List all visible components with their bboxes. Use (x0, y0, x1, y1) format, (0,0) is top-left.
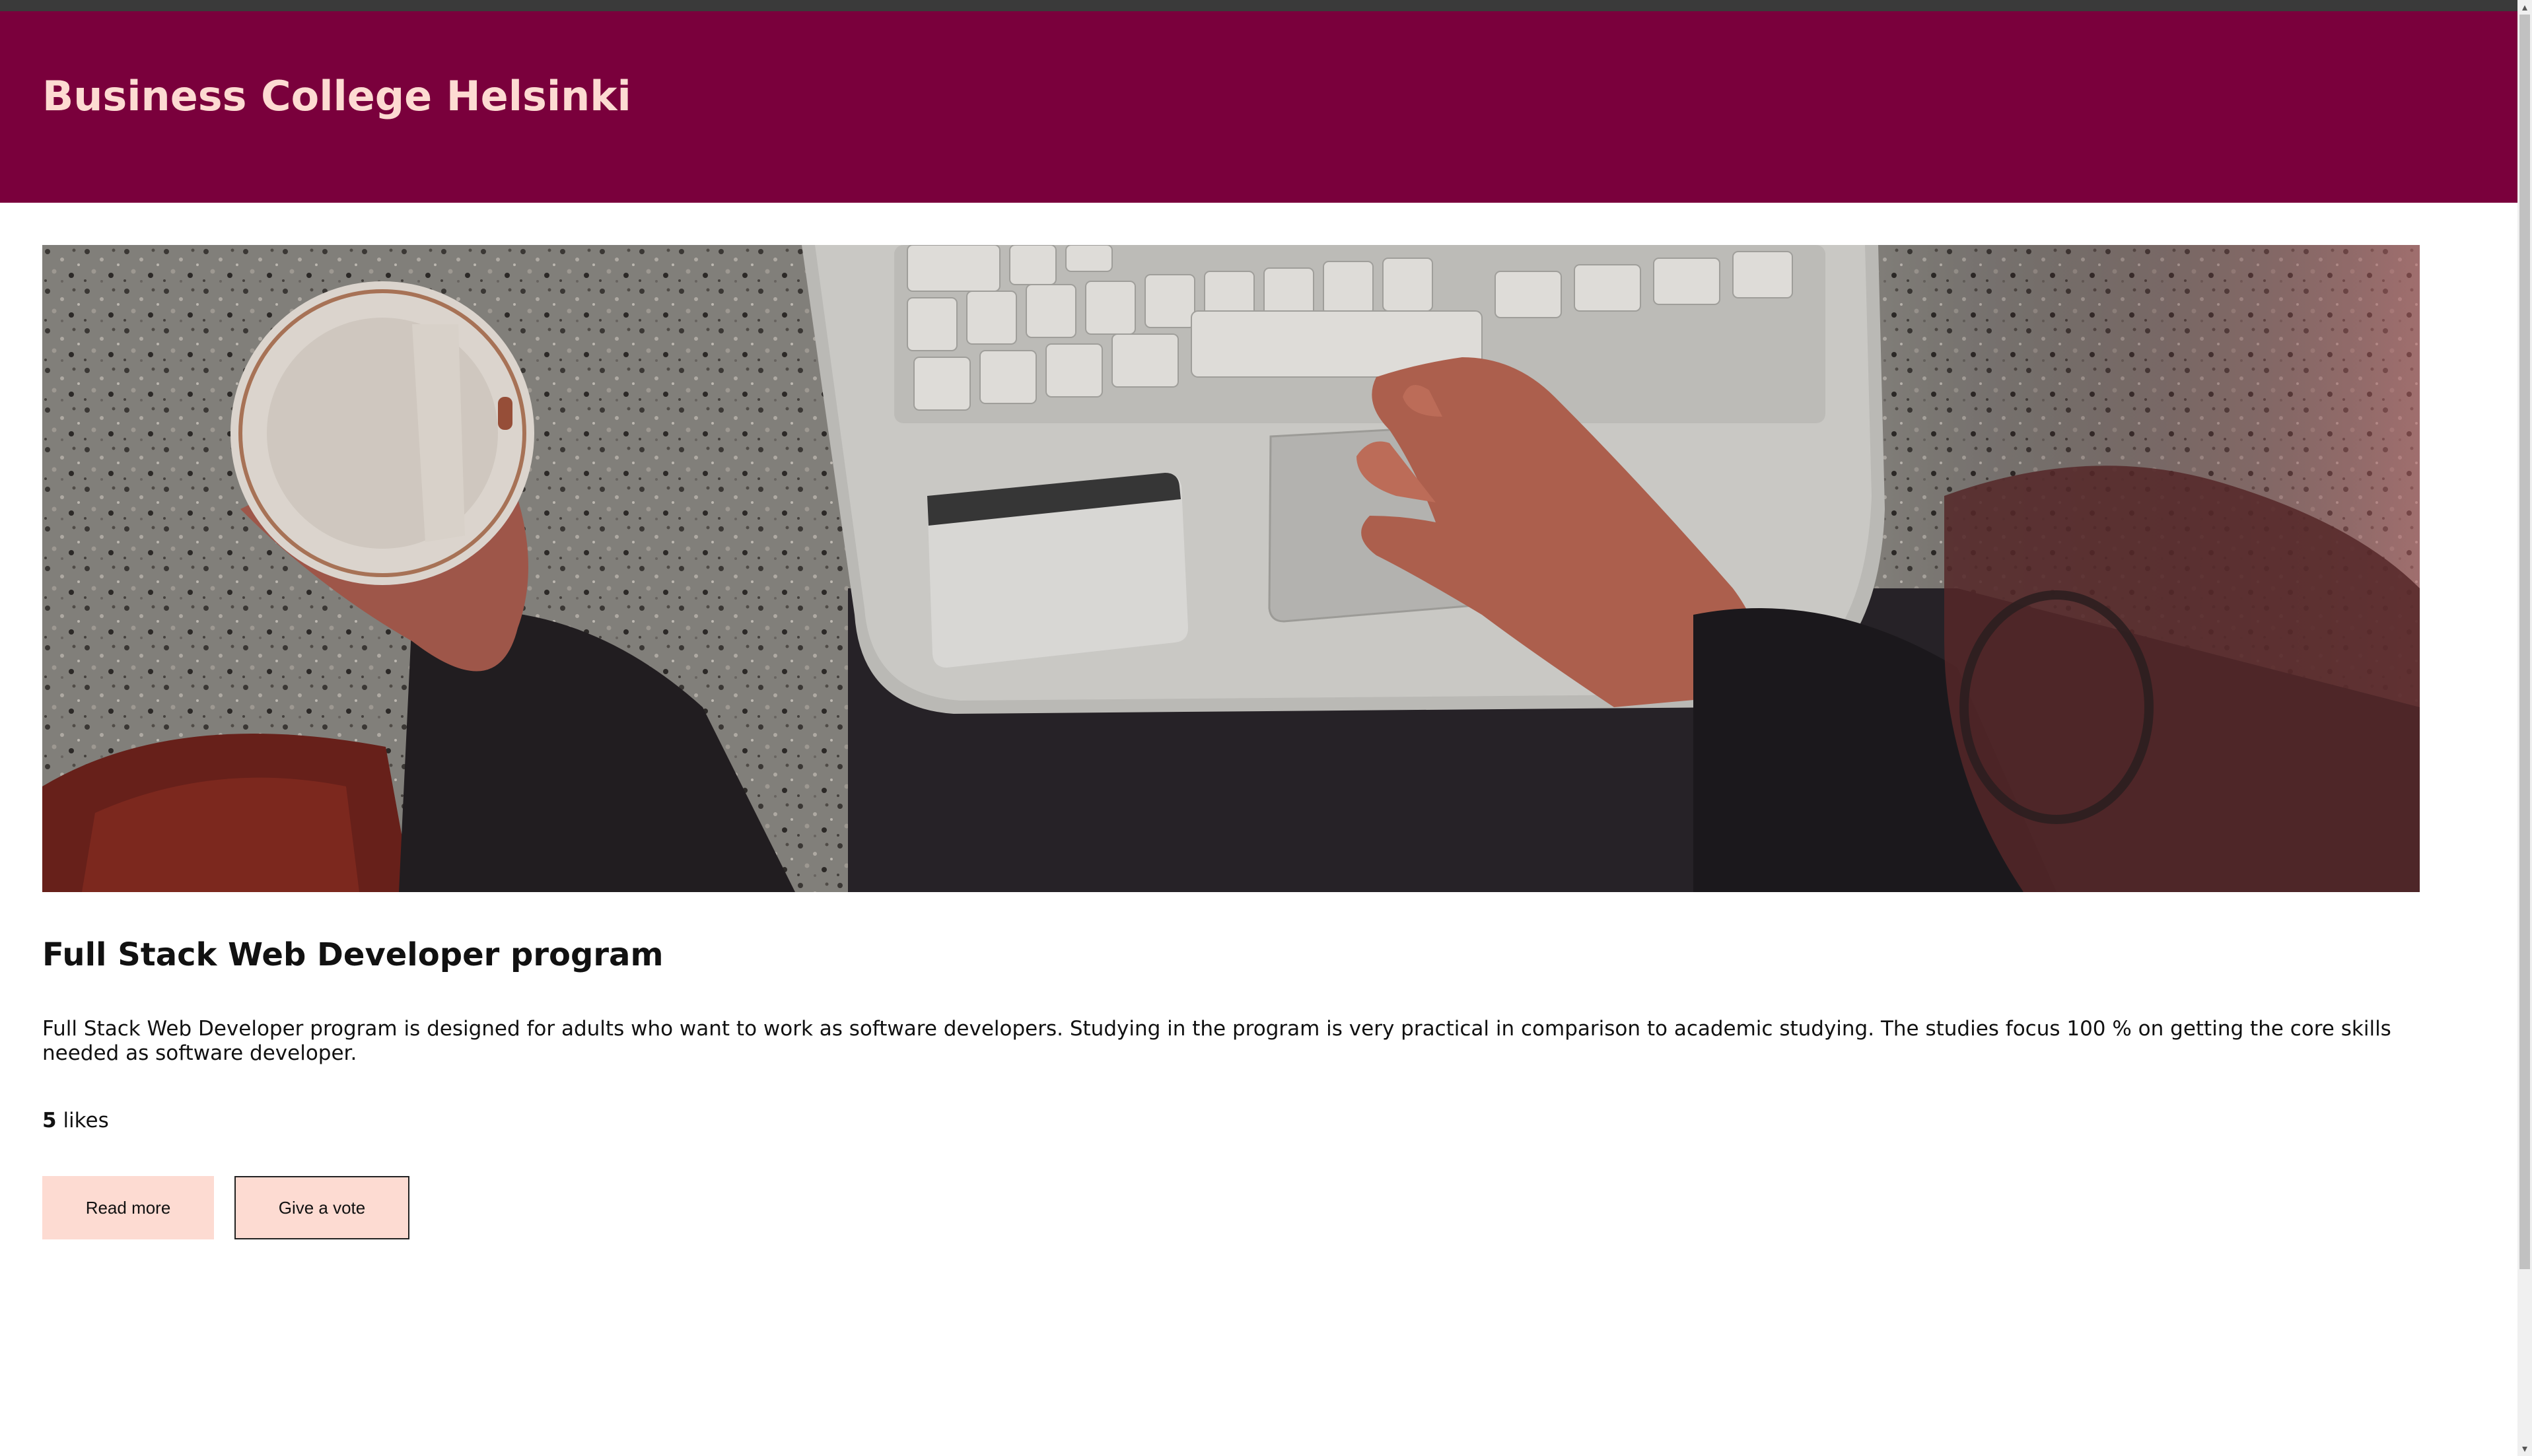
give-vote-button[interactable]: Give a vote (234, 1176, 409, 1239)
read-more-button[interactable]: Read more (42, 1176, 214, 1239)
likes-count: 5 likes (42, 1109, 109, 1133)
site-title: Business College Helsinki (42, 72, 631, 120)
program-title: Full Stack Web Developer program (42, 936, 664, 973)
browser-top-strip (0, 0, 2517, 11)
scrollbar-thumb[interactable] (2519, 15, 2530, 1269)
hero-image (42, 245, 2420, 892)
hero-photo (42, 245, 2420, 892)
likes-label: likes (63, 1109, 109, 1132)
program-description: Full Stack Web Developer program is desi… (42, 1017, 2391, 1065)
site-header: Business College Helsinki (0, 11, 2517, 203)
chevron-up-icon[interactable]: ▴ (2517, 0, 2532, 15)
page-scrollbar[interactable]: ▴ ▾ (2517, 0, 2532, 1456)
likes-number: 5 (42, 1109, 57, 1132)
chevron-down-icon[interactable]: ▾ (2517, 1441, 2532, 1456)
